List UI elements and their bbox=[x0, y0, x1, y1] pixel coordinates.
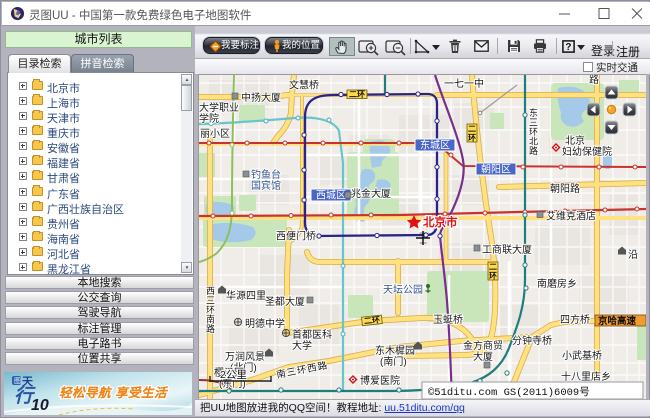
svg-text:南: 南 bbox=[206, 314, 215, 325]
svg-text:一七一中: 一七一中 bbox=[444, 77, 484, 90]
svg-text:京哈高速: 京哈高速 bbox=[598, 315, 637, 327]
svg-text:博爱医院: 博爱医院 bbox=[360, 374, 400, 387]
svg-text:大学职业: 大学职业 bbox=[199, 101, 239, 114]
svg-text:二: 二 bbox=[489, 263, 497, 272]
svg-text:路: 路 bbox=[589, 75, 599, 86]
svg-text:东木樨园: 东木樨园 bbox=[375, 344, 415, 357]
svg-text:二: 二 bbox=[468, 125, 476, 134]
svg-text:丽小区: 丽小区 bbox=[200, 128, 230, 140]
svg-text:首都医科: 首都医科 bbox=[292, 328, 332, 341]
svg-text:学院: 学院 bbox=[199, 112, 219, 125]
svg-text:十八里店乡: 十八里店乡 bbox=[561, 370, 611, 383]
svg-text:路: 路 bbox=[529, 145, 538, 156]
svg-text:北: 北 bbox=[529, 137, 538, 147]
svg-text:四方桥: 四方桥 bbox=[560, 313, 590, 326]
svg-text:分钟寺桥: 分钟寺桥 bbox=[512, 334, 552, 347]
svg-text:大学: 大学 bbox=[292, 339, 312, 352]
svg-text:小武基桥: 小武基桥 bbox=[562, 349, 602, 362]
svg-text:妇幼保健院: 妇幼保健院 bbox=[562, 145, 612, 158]
svg-text:西便门桥: 西便门桥 bbox=[276, 230, 316, 243]
svg-text:中扬大厦: 中扬大厦 bbox=[241, 91, 281, 104]
svg-text:天坛公园: 天坛公园 bbox=[383, 284, 423, 296]
svg-text:环: 环 bbox=[468, 134, 476, 143]
svg-text:北京: 北京 bbox=[565, 134, 585, 147]
svg-text:环: 环 bbox=[489, 272, 497, 281]
svg-text:?: ? bbox=[565, 42, 571, 53]
svg-text:三: 三 bbox=[206, 296, 215, 306]
svg-text:钓鱼台: 钓鱼台 bbox=[251, 168, 281, 181]
svg-text:兆金大厦: 兆金大厦 bbox=[351, 187, 391, 200]
svg-text:三: 三 bbox=[529, 118, 538, 128]
svg-text:南磨房乡: 南磨房乡 bbox=[537, 277, 577, 290]
svg-text:(南门): (南门) bbox=[380, 355, 407, 368]
svg-text:圣都大厦: 圣都大厦 bbox=[265, 295, 305, 308]
svg-text:图: 图 bbox=[14, 377, 21, 385]
svg-text:©51ditu.com GS(2011)6009号: ©51ditu.com GS(2011)6009号 bbox=[428, 386, 590, 399]
svg-text:国宾馆: 国宾馆 bbox=[251, 179, 281, 192]
svg-text:2公里: 2公里 bbox=[220, 369, 247, 381]
svg-text:金方商贸: 金方商贸 bbox=[463, 339, 503, 352]
svg-text:工商联大厦: 工商联大厦 bbox=[482, 243, 532, 256]
svg-text:艾维克酒店: 艾维克酒店 bbox=[546, 210, 596, 223]
svg-text:二环: 二环 bbox=[364, 315, 381, 326]
svg-text:朝阳路: 朝阳路 bbox=[550, 182, 580, 195]
svg-text:轻松导航 享受生活: 轻松导航 享受生活 bbox=[59, 386, 169, 400]
svg-text:西: 西 bbox=[206, 286, 215, 296]
svg-text:环: 环 bbox=[206, 305, 215, 315]
svg-text:10: 10 bbox=[31, 397, 49, 414]
svg-text:沿: 沿 bbox=[628, 249, 638, 261]
svg-text:明德中学: 明德中学 bbox=[245, 317, 285, 330]
svg-text:西城区: 西城区 bbox=[316, 190, 346, 202]
svg-text:大厦: 大厦 bbox=[473, 350, 493, 363]
svg-text:环: 环 bbox=[529, 127, 538, 137]
svg-text:玉蜓桥: 玉蜓桥 bbox=[433, 313, 463, 326]
svg-text:二环: 二环 bbox=[349, 90, 365, 99]
svg-text:北京市: 北京市 bbox=[423, 215, 458, 229]
svg-text:万润风景: 万润风景 bbox=[225, 350, 265, 363]
svg-text:路: 路 bbox=[206, 323, 215, 334]
svg-text:朝阳区: 朝阳区 bbox=[481, 164, 511, 176]
svg-text:文慧桥: 文慧桥 bbox=[289, 79, 319, 92]
svg-text:东: 东 bbox=[529, 107, 538, 118]
svg-text:东城区: 东城区 bbox=[420, 139, 450, 152]
svg-text:华源四里: 华源四里 bbox=[226, 289, 266, 302]
